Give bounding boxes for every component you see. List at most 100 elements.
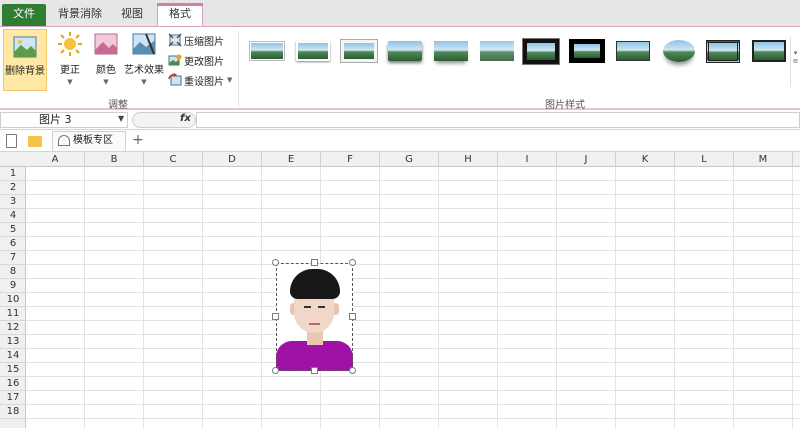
remove-background-icon bbox=[13, 36, 37, 58]
row-header-cell[interactable]: 7 bbox=[0, 251, 26, 265]
row-header-cell[interactable]: 11 bbox=[0, 307, 26, 321]
compress-picture-label: 压缩图片 bbox=[184, 36, 224, 48]
artistic-effects-icon bbox=[132, 33, 156, 55]
fx-icon[interactable]: fx bbox=[180, 113, 191, 124]
tab-view[interactable]: 视图 bbox=[112, 4, 152, 26]
picture-style-1[interactable] bbox=[248, 38, 286, 64]
corrections-label: 更正 bbox=[60, 65, 80, 76]
change-picture-button[interactable]: 更改图片 bbox=[168, 51, 236, 69]
picture-style-6[interactable] bbox=[478, 38, 516, 64]
column-header-cell[interactable]: J bbox=[557, 152, 616, 167]
chevron-down-icon: ▼ bbox=[67, 78, 73, 86]
home-icon bbox=[58, 135, 70, 146]
chevron-down-icon[interactable]: ▼ bbox=[118, 114, 124, 123]
picture-style-5[interactable] bbox=[432, 38, 470, 64]
corrections-button[interactable]: 更正 ▼ bbox=[56, 29, 84, 86]
row-header-cell[interactable]: 9 bbox=[0, 279, 26, 293]
chevron-down-icon: ▼ bbox=[103, 78, 109, 86]
resize-handle[interactable] bbox=[349, 367, 356, 374]
column-header: ABCDEFGHIJKLM bbox=[0, 152, 800, 167]
reset-picture-label: 重设图片 bbox=[184, 76, 224, 88]
remove-background-label: 删除背景 bbox=[5, 66, 45, 77]
column-header-cell[interactable]: I bbox=[498, 152, 557, 167]
picture-style-9[interactable] bbox=[614, 38, 652, 64]
chevron-down-icon: ▼ bbox=[227, 76, 233, 84]
chevron-down-icon: ▼ bbox=[141, 78, 147, 86]
row-header-cell[interactable]: 17 bbox=[0, 391, 26, 405]
artistic-effects-label: 艺术效果 bbox=[124, 65, 164, 76]
compress-picture-button[interactable]: 压缩图片 bbox=[168, 31, 236, 49]
column-header-cell[interactable]: B bbox=[85, 152, 144, 167]
resize-handle[interactable] bbox=[272, 313, 279, 320]
row-header-cell[interactable]: 4 bbox=[0, 209, 26, 223]
column-header-cell[interactable]: H bbox=[439, 152, 498, 167]
row-header-cell[interactable]: 13 bbox=[0, 335, 26, 349]
resize-handle[interactable] bbox=[311, 367, 318, 374]
resize-handle[interactable] bbox=[272, 259, 279, 266]
picture-style-7[interactable] bbox=[522, 38, 560, 65]
reset-picture-button[interactable]: 重设图片 ▼ bbox=[168, 71, 236, 89]
add-tab-button[interactable]: + bbox=[130, 131, 146, 151]
row-header-cell[interactable]: 5 bbox=[0, 223, 26, 237]
cell-grid[interactable] bbox=[26, 167, 800, 428]
row-header-cell[interactable]: 2 bbox=[0, 181, 26, 195]
formula-input[interactable] bbox=[196, 112, 800, 128]
row-header-cell[interactable]: 3 bbox=[0, 195, 26, 209]
resize-handle[interactable] bbox=[311, 259, 318, 266]
row-header-cell[interactable]: 15 bbox=[0, 363, 26, 377]
column-header-cell[interactable]: F bbox=[321, 152, 380, 167]
color-button[interactable]: 颜色 ▼ bbox=[92, 29, 120, 86]
resize-handle[interactable] bbox=[349, 259, 356, 266]
color-picture-icon bbox=[94, 33, 118, 55]
picture-styles-group-label: 图片样式 bbox=[545, 100, 585, 111]
ribbon-tab-bar: 文件 背景消除 视图 格式 bbox=[0, 0, 800, 27]
row-header-cell[interactable]: 14 bbox=[0, 349, 26, 363]
row-header-cell[interactable]: 12 bbox=[0, 321, 26, 335]
remove-background-button[interactable]: 删除背景 bbox=[3, 29, 47, 91]
picture-style-2[interactable] bbox=[294, 38, 332, 64]
styles-gallery-scrollbar[interactable]: ▾ ≡ bbox=[790, 37, 800, 87]
row-header-cell[interactable]: 8 bbox=[0, 265, 26, 279]
new-document-icon[interactable] bbox=[6, 134, 17, 148]
picture-style-3[interactable] bbox=[340, 38, 378, 64]
column-header-cell[interactable]: L bbox=[675, 152, 734, 167]
artistic-effects-button[interactable]: 艺术效果 ▼ bbox=[124, 29, 164, 86]
compress-icon bbox=[168, 33, 182, 47]
more-icon: ≡ bbox=[792, 57, 799, 65]
resize-handle[interactable] bbox=[272, 367, 279, 374]
ribbon: 删除背景 更正 ▼ 颜色 ▼ 艺术效果 ▼ 压缩图片 更改图片 重设图片 ▼ 调… bbox=[0, 26, 800, 111]
row-header-cell[interactable]: 16 bbox=[0, 377, 26, 391]
column-header-cell[interactable]: M bbox=[734, 152, 793, 167]
row-header: 1 2 3 4 5 6 7 8 9 10 11 12 13 14 15 16 17 18 bbox=[0, 167, 26, 428]
change-picture-icon bbox=[168, 54, 182, 66]
chevron-down-icon: ▾ bbox=[793, 49, 798, 57]
document-tab-bar: 模板专区 + bbox=[0, 130, 800, 152]
column-header-cell[interactable]: K bbox=[616, 152, 675, 167]
folder-icon[interactable] bbox=[28, 136, 42, 147]
sun-icon bbox=[58, 32, 82, 56]
picture-style-8[interactable] bbox=[568, 38, 606, 64]
picture-style-10[interactable] bbox=[660, 38, 698, 64]
adjust-group-label: 调整 bbox=[108, 100, 128, 111]
row-header-cell[interactable]: 18 bbox=[0, 405, 26, 419]
tab-file[interactable]: 文件 bbox=[2, 4, 46, 26]
tab-remove-background[interactable]: 背景消除 bbox=[52, 4, 108, 26]
picture-style-4[interactable] bbox=[386, 38, 424, 64]
group-divider bbox=[238, 31, 239, 107]
picture-style-11[interactable] bbox=[704, 38, 742, 64]
change-picture-label: 更改图片 bbox=[184, 56, 224, 68]
row-header-cell[interactable]: 10 bbox=[0, 293, 26, 307]
row-header-cell[interactable]: 1 bbox=[0, 167, 26, 181]
column-header-cell[interactable]: C bbox=[144, 152, 203, 167]
column-header-cell[interactable]: D bbox=[203, 152, 262, 167]
column-header-cell[interactable]: G bbox=[380, 152, 439, 167]
formula-bar: 图片 3 ▼ fx bbox=[0, 110, 800, 130]
picture-style-12[interactable] bbox=[750, 38, 788, 64]
column-header-cell[interactable]: E bbox=[262, 152, 321, 167]
column-header-cell[interactable]: A bbox=[26, 152, 85, 167]
row-header-cell[interactable]: 6 bbox=[0, 237, 26, 251]
resize-handle[interactable] bbox=[349, 313, 356, 320]
color-label: 颜色 bbox=[96, 65, 116, 76]
name-box[interactable]: 图片 3 bbox=[0, 112, 128, 128]
tab-format[interactable]: 格式 bbox=[157, 3, 203, 27]
